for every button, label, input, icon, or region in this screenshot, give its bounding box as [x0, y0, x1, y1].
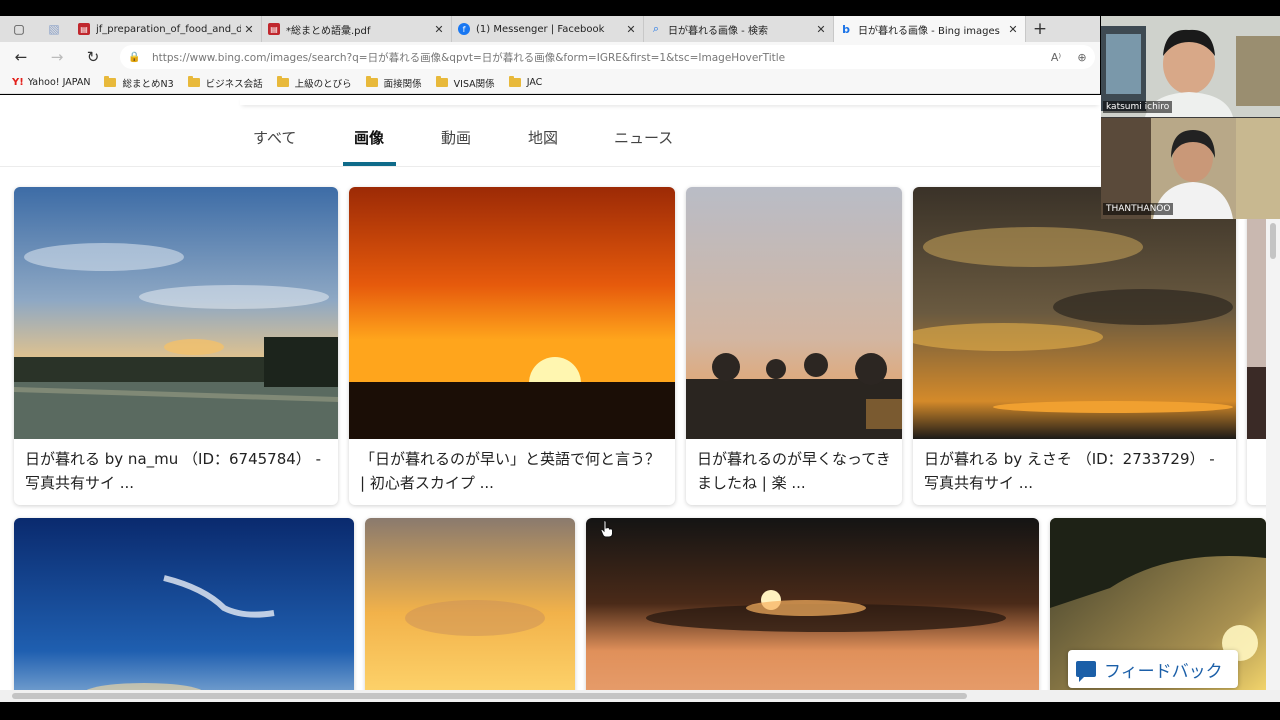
yahoo-icon: Y!: [12, 77, 24, 88]
close-icon[interactable]: ✕: [1005, 23, 1021, 36]
favorite-label: 上級のとびら: [294, 78, 352, 90]
folder-icon: [365, 76, 378, 87]
tab-all[interactable]: すべて: [253, 127, 296, 148]
close-icon[interactable]: ✕: [241, 23, 257, 36]
vertical-scrollbar[interactable]: [1266, 219, 1280, 690]
tab-title: jf_preparation_of_food_and_drin: [96, 23, 241, 35]
favorite-folder-visa[interactable]: VISA関係: [435, 76, 495, 90]
tab-title: *総まとめ語彙.pdf: [286, 25, 371, 37]
favorite-label: VISA関係: [453, 78, 495, 90]
participant-name: THANTHANOO: [1103, 203, 1174, 215]
image-result-card[interactable]: [365, 518, 575, 690]
favorite-label: JAC: [526, 77, 543, 88]
horizontal-scrollbar[interactable]: [0, 690, 1280, 702]
favorite-label: 面接関係: [383, 78, 422, 90]
tab-videos[interactable]: 動画: [441, 127, 471, 148]
result-image[interactable]: [14, 187, 338, 439]
bing-images-page: すべて 画像 動画 地図 ニュース 日が暮れる by na_mu （ID：674…: [0, 95, 1280, 690]
folder-icon: [187, 76, 200, 87]
result-image[interactable]: [686, 187, 902, 439]
header-shadow: [240, 95, 1100, 105]
tab-title: (1) Messenger | Facebook: [476, 23, 605, 35]
close-icon[interactable]: ✕: [813, 23, 829, 36]
zoom-icon[interactable]: ⊕: [1069, 51, 1095, 64]
tab-actions-icon[interactable]: ▢: [8, 16, 30, 42]
tab-title: 日が暮れる画像 - 検索: [668, 25, 768, 37]
pdf-icon: ▤: [268, 23, 280, 35]
read-aloud-icon[interactable]: A⁾: [1043, 51, 1069, 64]
close-icon[interactable]: ✕: [431, 23, 447, 36]
screen: ▢ ▧ ▤ jf_preparation_of_food_and_drin ✕ …: [0, 0, 1280, 720]
close-icon[interactable]: ✕: [623, 23, 639, 36]
feedback-button[interactable]: フィードバック: [1068, 650, 1238, 688]
folder-icon: [435, 76, 448, 87]
forward-button[interactable]: →: [46, 46, 68, 68]
image-result-card[interactable]: [586, 518, 1039, 690]
tab-news[interactable]: ニュース: [614, 127, 673, 148]
folder-icon: [276, 76, 289, 87]
refresh-button[interactable]: ↻: [82, 46, 104, 68]
url-field[interactable]: 🔒 https://www.bing.com/images/search?q=日…: [120, 45, 1095, 69]
active-tab-indicator: [343, 162, 396, 166]
tab-pdf-food[interactable]: ▤ jf_preparation_of_food_and_drin ✕: [72, 16, 262, 42]
image-result-card[interactable]: 「日が暮れるのが早い」と英語で何と言う？ | 初心者スカイプ ...: [349, 187, 675, 505]
result-image[interactable]: [14, 518, 354, 690]
favorite-folder-interview[interactable]: 面接関係: [365, 76, 422, 90]
video-call-panel: katsumi ichiro THANTHANOO: [1101, 16, 1280, 219]
result-image[interactable]: [586, 518, 1039, 690]
folder-icon: [104, 76, 117, 87]
image-result-card[interactable]: 日が暮れる by na_mu （ID：6745784） - 写真共有サイ ...: [14, 187, 338, 505]
result-image[interactable]: [913, 187, 1236, 439]
tab-maps[interactable]: 地図: [528, 127, 558, 148]
search-icon: ⌕: [652, 22, 660, 35]
pdf-icon: ▤: [78, 23, 90, 35]
result-caption[interactable]: 「日が暮れるのが早い」と英語で何と言う？ | 初心者スカイプ ...: [360, 447, 667, 495]
favorite-label: 総まとめN3: [122, 78, 174, 90]
image-result-card[interactable]: [14, 518, 354, 690]
tab-bing-images[interactable]: b 日が暮れる画像 - Bing images ✕: [834, 16, 1026, 42]
tab-strip: ▢ ▧ ▤ jf_preparation_of_food_and_drin ✕ …: [0, 16, 1100, 42]
result-caption[interactable]: 日が暮れる by えさそ （ID：2733729） - 写真共有サイ ...: [924, 447, 1228, 495]
tab-images[interactable]: 画像: [354, 127, 384, 148]
favorite-folder-jac[interactable]: JAC: [508, 76, 543, 88]
folder-icon: [508, 76, 521, 87]
horizontal-scroll-thumb[interactable]: [12, 693, 967, 699]
chat-bubble-icon: [1076, 661, 1096, 682]
address-bar-row: ← → ↻ 🔒 https://www.bing.com/images/sear…: [0, 42, 1100, 72]
participant-tile: katsumi ichiro: [1101, 16, 1280, 117]
favorite-folder-n3[interactable]: 総まとめN3: [104, 76, 174, 90]
favorite-folder-business[interactable]: ビジネス会話: [187, 76, 263, 90]
favorites-bar: Y! Yahoo! JAPAN 総まとめN3 ビジネス会話 上級のとびら 面接関…: [0, 72, 1100, 94]
new-tab-button[interactable]: +: [1028, 16, 1052, 42]
tab-pdf-vocab[interactable]: ▤ *総まとめ語彙.pdf ✕: [262, 16, 452, 42]
url-text[interactable]: https://www.bing.com/images/search?q=日が暮…: [152, 50, 1043, 65]
facebook-icon: f: [458, 23, 470, 35]
participant-name: katsumi ichiro: [1103, 101, 1173, 113]
feedback-label: フィードバック: [1104, 661, 1223, 682]
image-result-card[interactable]: 日が暮れるのが早くなってきましたね | 楽 ...: [686, 187, 902, 505]
hand-cursor-icon: [600, 520, 613, 538]
favorite-folder-advanced[interactable]: 上級のとびら: [276, 76, 352, 90]
favorite-yahoo[interactable]: Y! Yahoo! JAPAN: [12, 77, 90, 88]
image-result-card[interactable]: 日が暮れる by えさそ （ID：2733729） - 写真共有サイ ...: [913, 187, 1236, 505]
tab-search[interactable]: ⌕ 日が暮れる画像 - 検索 ✕: [644, 16, 834, 42]
result-caption[interactable]: 日が暮れるのが早くなってきましたね | 楽 ...: [697, 447, 894, 495]
result-caption[interactable]: 日が暮れる by na_mu （ID：6745784） - 写真共有サイ ...: [25, 447, 330, 495]
bing-icon: b: [842, 22, 850, 36]
back-button[interactable]: ←: [10, 46, 32, 68]
favorite-label: ビジネス会話: [205, 78, 263, 90]
search-scope-tabs: すべて 画像 動画 地図 ニュース: [0, 119, 1100, 167]
participant-tile: THANTHANOO: [1101, 118, 1280, 219]
result-image[interactable]: [365, 518, 575, 690]
favorite-label: Yahoo! JAPAN: [27, 77, 91, 88]
result-image[interactable]: [349, 187, 675, 439]
lock-icon: 🔒: [128, 51, 141, 63]
tab-title: 日が暮れる画像 - Bing images: [858, 25, 1000, 37]
workspace-icon[interactable]: ▧: [40, 16, 68, 42]
vertical-scroll-thumb[interactable]: [1270, 223, 1276, 259]
tab-messenger[interactable]: f (1) Messenger | Facebook ✕: [452, 16, 644, 42]
